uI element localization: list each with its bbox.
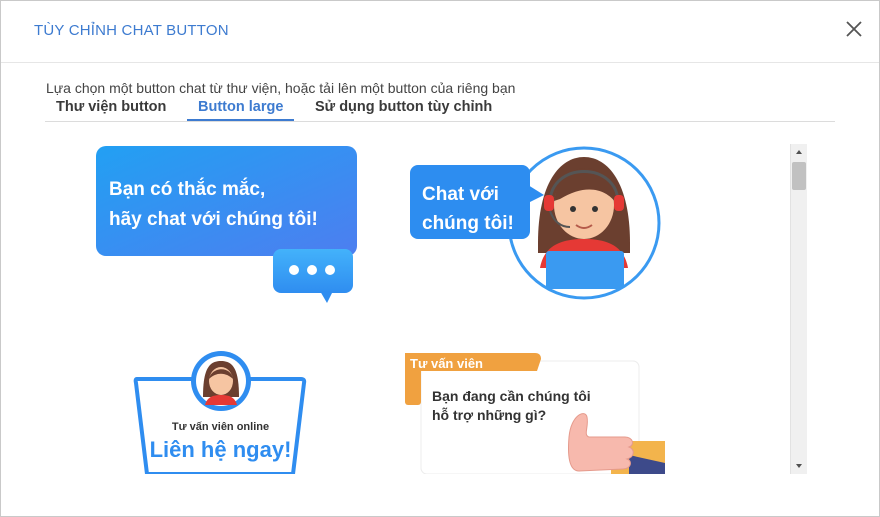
consultant-text-line2: hỗ trợ những gì? (432, 407, 547, 423)
arrow-down-icon[interactable] (791, 458, 807, 474)
close-icon[interactable] (844, 19, 864, 39)
dialog-description: Lựa chọn một button chat từ thư viện, ho… (46, 80, 516, 96)
tab-bar: Thư viện button Button large Sử dụng but… (45, 99, 835, 122)
scrollbar-thumb[interactable] (792, 162, 806, 190)
arrow-up-icon[interactable] (791, 144, 807, 160)
bubble-text-line2: hãy chat với chúng tôi! (109, 209, 318, 230)
chat-button-option-agent[interactable]: Chat với chúng tôi! (410, 143, 662, 301)
chat-button-option-online[interactable]: Tư vấn viên online Liên hệ ngay! (133, 349, 308, 474)
agent-bubble-line2: chúng tôi! (422, 213, 514, 234)
dialog-header: TÙY CHỈNH CHAT BUTTON (1, 1, 879, 63)
gallery-scrollbar[interactable] (790, 144, 807, 474)
tab-library[interactable]: Thư viện button (56, 99, 166, 121)
tab-button-large[interactable]: Button large (187, 99, 295, 121)
consultant-text-line1: Bạn đang cần chúng tôi (432, 388, 591, 404)
online-title: Liên hệ ngay! (149, 437, 292, 462)
tab-custom-button[interactable]: Sử dụng button tùy chỉnh (315, 99, 492, 121)
consultant-tag: Tư vấn viên (410, 356, 483, 371)
button-gallery: Bạn có thắc mắc, hãy chat với chúng tôi! (45, 135, 791, 474)
online-subtitle: Tư vấn viên online (171, 421, 270, 433)
chat-button-option-bubble[interactable]: Bạn có thắc mắc, hãy chat với chúng tôi! (95, 145, 360, 305)
chat-button-dialog: TÙY CHỈNH CHAT BUTTON Lựa chọn một butto… (0, 0, 880, 517)
bubble-text-line1: Bạn có thắc mắc, (109, 179, 266, 200)
chat-button-option-thumbsup[interactable]: Tư vấn viên Bạn đang cần chúng tôi hỗ tr… (403, 349, 673, 474)
dialog-title: TÙY CHỈNH CHAT BUTTON (34, 22, 229, 39)
agent-bubble-line1: Chat với (422, 184, 499, 205)
